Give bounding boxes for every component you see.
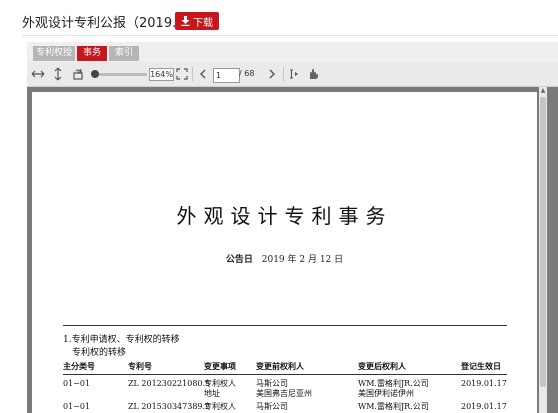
table-header-rule: [63, 374, 507, 375]
table-cell: 地址: [204, 389, 220, 398]
table-cell: 马斯公司: [256, 402, 288, 411]
toolbar-separator: [192, 67, 193, 81]
publication-date-value: 2019 年 2 月 12 日: [261, 255, 344, 265]
table-cell: 专利权人: [204, 379, 236, 388]
table-header-cell: 专利号: [128, 361, 152, 371]
fit-width-icon[interactable]: [31, 67, 45, 81]
download-button[interactable]: 下载: [175, 12, 219, 30]
tab-bar: 专利权授予 事务 索引: [27, 42, 558, 73]
table-header-cell: 主分类号: [63, 361, 95, 371]
tab-affairs[interactable]: 事务: [77, 46, 107, 61]
table-cell: 专利权人: [204, 402, 236, 411]
scroll-up-icon[interactable]: ▲: [539, 87, 547, 95]
viewer-toolbar: 164% / 68: [27, 62, 558, 87]
fit-height-icon[interactable]: [51, 67, 65, 81]
text-select-icon[interactable]: [287, 67, 301, 81]
pdf-viewer: 164% / 68 ▲ 外观设计专利事务 公告日 2019 年 2 月 12 日…: [27, 62, 558, 413]
zoom-level[interactable]: 164%: [149, 68, 174, 81]
page-total: / 68: [239, 69, 255, 78]
next-page-icon[interactable]: [265, 67, 279, 81]
table-cell: 01−01: [63, 379, 91, 388]
tab-index[interactable]: 索引: [109, 46, 139, 61]
sub-heading: 专利权的转移: [72, 348, 127, 358]
table-cell: ZL 201230221080.5: [128, 379, 211, 388]
section-rule: [63, 325, 507, 326]
table-cell: WM.雷格利JR.公司: [358, 379, 429, 388]
table-cell: 2019.01.17: [461, 402, 507, 411]
table-header-cell: 登记生效日: [461, 361, 501, 371]
table-cell: ZL 201530347389.2: [128, 402, 211, 411]
download-icon: [181, 16, 190, 26]
scrollbar-thumb[interactable]: [540, 97, 546, 387]
zoom-slider-thumb[interactable]: [91, 70, 99, 78]
table-cell: WM.雷格利JR.公司: [358, 402, 429, 411]
tab-patent-grant[interactable]: 专利权授予: [33, 46, 75, 73]
table-header-cell: 变更事项: [204, 361, 236, 371]
zoom-slider[interactable]: [95, 73, 147, 76]
table-header-cell: 变更前权利人: [256, 361, 304, 371]
table-cell: 美国弗吉尼亚州: [256, 389, 312, 398]
toolbar-separator: [283, 67, 284, 81]
prev-page-icon[interactable]: [196, 67, 210, 81]
table-cell: 2019.01.17: [461, 379, 507, 388]
publication-date-label: 公告日: [225, 255, 253, 265]
table-cell: 马斯公司: [256, 379, 288, 388]
publication-date: 公告日 2019 年 2 月 12 日: [32, 252, 537, 265]
rotate-icon[interactable]: [71, 67, 85, 81]
download-label: 下载: [193, 17, 213, 29]
hand-tool-icon[interactable]: [306, 67, 320, 81]
page-header: 外观设计专利公报（2019.02.12） 下载: [0, 0, 558, 40]
document-title: 外观设计专利事务: [176, 204, 393, 228]
table-cell: 01−01: [63, 402, 91, 411]
fullscreen-icon[interactable]: [175, 67, 189, 81]
table-header-cell: 变更后权利人: [358, 361, 406, 371]
page-number-input[interactable]: [213, 68, 240, 83]
table-cell: 美国伊利诺伊州: [358, 389, 414, 398]
header-divider: [22, 35, 558, 36]
section-heading: 1.专利申请权、专利权的转移: [63, 335, 180, 345]
document-page: 外观设计专利事务 公告日 2019 年 2 月 12 日 1.专利申请权、专利权…: [32, 92, 537, 413]
